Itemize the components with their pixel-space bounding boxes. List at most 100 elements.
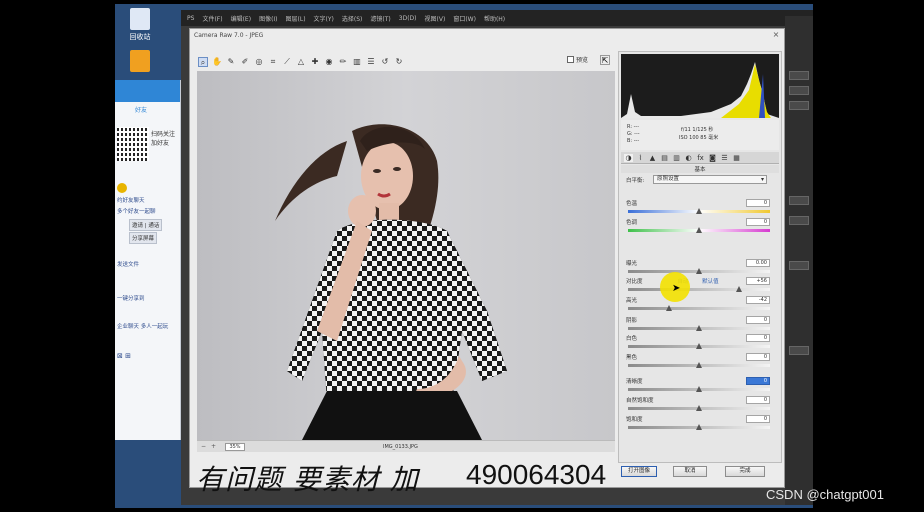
transform-icon[interactable]: △	[296, 57, 306, 67]
slider-control[interactable]: 色调 0	[626, 218, 776, 236]
eyedropper-icon[interactable]: ✎	[226, 57, 236, 67]
panel-button[interactable]	[789, 86, 809, 95]
slider-thumb[interactable]	[696, 343, 702, 349]
open-image-button[interactable]: 打开图像	[621, 466, 657, 477]
zoom-level[interactable]: 35%	[225, 443, 245, 451]
share-screen-button[interactable]: 分享屏幕	[129, 232, 158, 244]
slider-track[interactable]	[628, 288, 770, 291]
menu-item[interactable]: 视图(V)	[425, 14, 446, 23]
slider-thumb[interactable]	[696, 424, 702, 430]
tab-tone-curve-icon[interactable]: ⌇	[636, 154, 645, 162]
fullscreen-icon[interactable]: ⇱	[600, 55, 610, 65]
menu-item[interactable]: 窗口(W)	[453, 14, 476, 23]
color-sampler-icon[interactable]: ✐	[240, 57, 250, 67]
call-button[interactable]: 邀请 | 通话	[129, 219, 163, 231]
panel-button[interactable]	[789, 101, 809, 110]
spot-removal-icon[interactable]: ✚	[310, 57, 320, 67]
tab-presets-icon[interactable]: ☰	[720, 154, 729, 162]
menu-item[interactable]: 帮助(H)	[484, 14, 505, 23]
done-button[interactable]: 完成	[725, 466, 765, 477]
chat-line[interactable]: 多个好友一起聊	[117, 207, 156, 215]
slider-value-input[interactable]: 0.00	[746, 259, 770, 267]
zoom-out-icon[interactable]: −	[201, 443, 206, 450]
menu-item[interactable]: 滤镜(T)	[370, 14, 390, 23]
slider-value-input[interactable]: 0	[746, 218, 770, 226]
panel-button[interactable]	[789, 346, 809, 355]
hand-tool-icon[interactable]: ✋	[212, 57, 222, 67]
slider-thumb[interactable]	[696, 325, 702, 331]
crop-icon[interactable]: ⌗	[268, 57, 278, 67]
tab-snapshots-icon[interactable]: ▦	[732, 154, 741, 162]
chat-tools[interactable]: ⊠ ⊞	[117, 352, 131, 360]
target-adjust-icon[interactable]: ◎	[254, 57, 264, 67]
menu-item[interactable]: 图像(I)	[259, 14, 277, 23]
cancel-button[interactable]: 取消	[673, 466, 707, 477]
slider-control[interactable]: 饱和度 0	[626, 415, 776, 433]
slider-thumb[interactable]	[696, 208, 702, 214]
preview-checkbox[interactable]: 预览	[567, 55, 588, 64]
gradient-icon[interactable]: ▥	[352, 57, 362, 67]
chat-tab-friends[interactable]: 好友	[135, 105, 147, 114]
slider-control[interactable]: 白色 0	[626, 334, 776, 352]
tab-camera-icon[interactable]: ◙	[708, 154, 717, 162]
slider-control[interactable]: 对比度 +56	[626, 277, 776, 295]
slider-thumb[interactable]	[696, 268, 702, 274]
tab-lens-icon[interactable]: ◐	[684, 154, 693, 162]
slider-control[interactable]: 色温 0	[626, 199, 776, 217]
slider-control[interactable]: 自然饱和度 0	[626, 396, 776, 414]
menu-item[interactable]: 选择(S)	[342, 14, 363, 23]
slider-value-input[interactable]: 0	[746, 353, 770, 361]
slider-value-input[interactable]: -42	[746, 296, 770, 304]
straighten-icon[interactable]: ⟋	[282, 57, 292, 67]
chat-line[interactable]: 企业聊天 多人一起玩	[117, 322, 168, 330]
chat-line[interactable]: 约好友聊天	[117, 196, 145, 204]
slider-control[interactable]: 清晰度 0	[626, 377, 776, 395]
slider-value-input[interactable]: 0	[746, 415, 770, 423]
close-icon[interactable]: ×	[771, 30, 781, 40]
slider-track[interactable]	[628, 307, 770, 310]
tab-basic-icon[interactable]: ◑	[624, 153, 633, 162]
white-balance-select[interactable]: 原照设置	[653, 175, 767, 184]
slider-control[interactable]: 黑色 0	[626, 353, 776, 371]
menu-item[interactable]: 编辑(E)	[231, 14, 251, 23]
slider-thumb[interactable]	[666, 305, 673, 311]
slider-value-input[interactable]: 0	[746, 396, 770, 404]
zoom-in-icon[interactable]: +	[211, 443, 216, 450]
panel-button[interactable]	[789, 216, 809, 225]
slider-thumb[interactable]	[696, 386, 702, 392]
slider-control[interactable]: 高光 -42	[626, 296, 776, 314]
slider-value-input[interactable]: +56	[746, 277, 770, 285]
slider-value-input[interactable]: 0	[746, 316, 770, 324]
rotate-left-icon[interactable]: ↺	[380, 57, 390, 67]
menu-item[interactable]: 3D(D)	[399, 15, 417, 22]
slider-thumb[interactable]	[735, 286, 742, 292]
tab-hsl-icon[interactable]: ▤	[660, 154, 669, 162]
panel-button[interactable]	[789, 71, 809, 80]
slider-thumb[interactable]	[696, 227, 702, 233]
menu-item[interactable]: 文件(F)	[202, 14, 222, 23]
panel-button[interactable]	[789, 196, 809, 205]
tab-fx-icon[interactable]: fx	[696, 154, 705, 162]
brush-icon[interactable]: ✏	[338, 57, 348, 67]
chat-line[interactable]: 一键分享到	[117, 294, 145, 302]
slider-value-input[interactable]: 0	[746, 334, 770, 342]
chat-line[interactable]: 发送文件	[117, 260, 139, 268]
slider-value-input[interactable]: 0	[746, 199, 770, 207]
menu-item[interactable]: 文字(Y)	[314, 14, 334, 23]
tab-split-icon[interactable]: ▥	[672, 154, 681, 162]
rotate-right-icon[interactable]: ↻	[394, 57, 404, 67]
red-eye-icon[interactable]: ◉	[324, 57, 334, 67]
panel-button[interactable]	[789, 261, 809, 270]
image-preview[interactable]	[197, 71, 615, 440]
menu-item[interactable]: 图层(L)	[286, 14, 306, 23]
recycle-bin-icon[interactable]: 回收站	[120, 8, 160, 42]
menu-item[interactable]: PS	[187, 15, 194, 22]
slider-control[interactable]: 曝光 0.00	[626, 259, 776, 277]
slider-thumb[interactable]	[696, 405, 702, 411]
tab-detail-icon[interactable]: ▲	[648, 154, 657, 162]
slider-value-input[interactable]: 0	[746, 377, 770, 385]
slider-thumb[interactable]	[696, 362, 702, 368]
list-icon[interactable]: ☰	[366, 57, 376, 67]
zoom-tool-icon[interactable]: ⌕	[198, 57, 208, 67]
app-shortcut-icon[interactable]	[120, 50, 160, 74]
